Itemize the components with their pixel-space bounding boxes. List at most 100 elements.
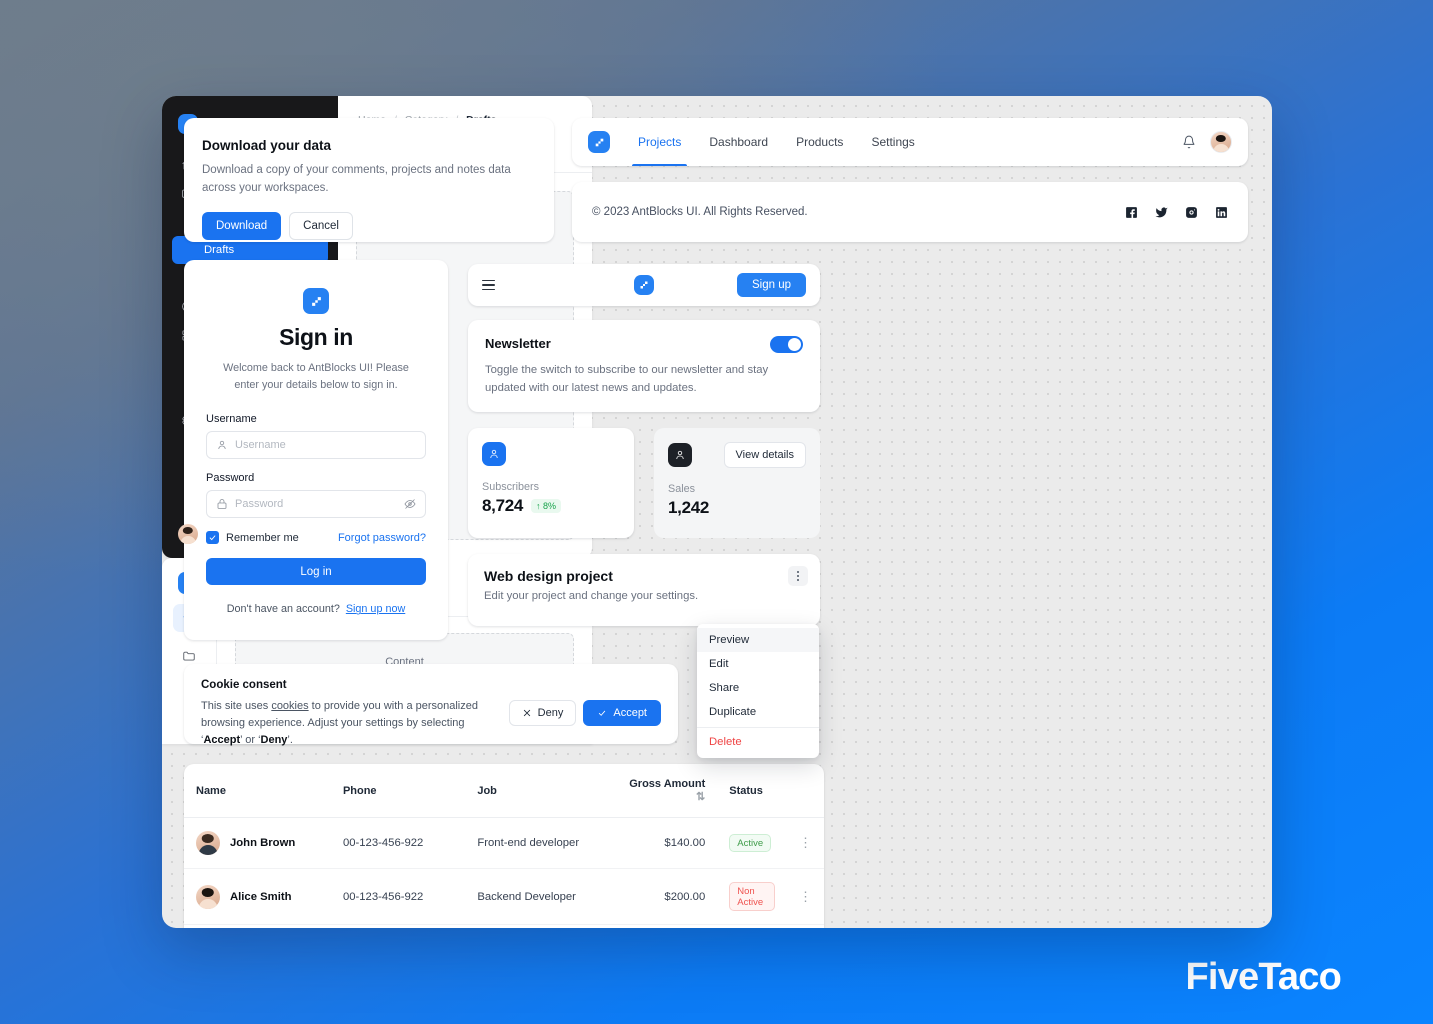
facebook-icon[interactable] — [1125, 206, 1138, 219]
menu-item-delete[interactable]: Delete — [697, 727, 819, 754]
cell-status: Non Active — [717, 868, 787, 925]
cookies-link[interactable]: cookies — [271, 700, 308, 712]
cell-phone: 00-123-456-922 — [330, 924, 466, 928]
cookie-text-3: ’ or ‘ — [240, 734, 261, 747]
column-header-job[interactable]: Job — [465, 764, 611, 818]
newsletter-title: Newsletter — [485, 336, 551, 351]
row-kebab-icon[interactable]: ⋮ — [786, 924, 824, 928]
column-header-actions — [786, 764, 824, 818]
nav-link-settings[interactable]: Settings — [857, 118, 928, 166]
eye-off-icon — [404, 499, 416, 510]
instagram-icon[interactable] — [1185, 206, 1198, 219]
sign-in-subtitle: Welcome back to AntBlocks UI! Please ent… — [223, 362, 409, 391]
hamburger-menu-icon[interactable] — [482, 279, 495, 291]
nav-link-projects[interactable]: Projects — [624, 118, 695, 166]
folder-icon — [183, 651, 195, 661]
copyright-text: © 2023 AntBlocks UI. All Rights Reserved… — [592, 206, 808, 218]
design-canvas: Download your data Download a copy of yo… — [162, 96, 1272, 928]
sign-up-button[interactable]: Sign up — [736, 273, 806, 297]
bell-icon[interactable] — [1182, 135, 1196, 149]
top-navigation-bar: Projects Dashboard Products Settings — [572, 118, 1248, 166]
sign-up-prompt-text: Don't have an account? — [226, 603, 340, 616]
remember-me-label: Remember me — [226, 531, 299, 544]
antblocks-logo-icon — [634, 275, 654, 295]
cookie-consent-card: Cookie consent This site uses cookies to… — [184, 664, 678, 746]
cell-amount: $90.00 — [610, 924, 718, 928]
status-badge: Non Active — [729, 882, 775, 911]
password-field[interactable]: Password — [206, 490, 426, 519]
download-button[interactable]: Download — [202, 211, 282, 240]
sidebar-sub-label: Drafts — [204, 244, 235, 256]
sort-icon[interactable]: ⇅ — [696, 791, 705, 803]
social-links — [1125, 206, 1228, 219]
user-avatar[interactable] — [1210, 131, 1232, 153]
view-details-button[interactable]: View details — [723, 442, 806, 468]
column-header-gross-amount[interactable]: Gross Amount ⇅ — [610, 764, 718, 818]
log-in-button[interactable]: Log in — [206, 558, 426, 586]
nav-link-products[interactable]: Products — [782, 118, 857, 166]
row-kebab-icon[interactable]: ⋮ — [786, 868, 824, 925]
nav-link-dashboard[interactable]: Dashboard — [695, 118, 782, 166]
fivetaco-watermark: FiveTaco — [1185, 956, 1341, 998]
password-label: Password — [206, 472, 255, 485]
forgot-password-link[interactable]: Forgot password? — [338, 532, 426, 544]
newsletter-toggle[interactable] — [770, 336, 803, 353]
avatar — [178, 524, 198, 544]
close-icon — [523, 709, 530, 717]
cell-name: Alice Smith — [184, 868, 331, 925]
toggle-password-visibility[interactable] — [404, 498, 416, 510]
employees-table: Name Phone Job Gross Amount ⇅ Status Joh… — [184, 764, 824, 928]
subscribers-delta-badge: ↑ 8% — [531, 499, 562, 513]
status-badge: Active — [729, 834, 772, 852]
username-placeholder: Username — [235, 439, 286, 452]
cell-job: Front-end developer — [465, 817, 611, 869]
gross-amount-label: Gross Amount — [629, 778, 706, 790]
accept-button[interactable]: Accept — [583, 700, 661, 726]
project-context-menu: Preview Edit Share Duplicate Delete — [697, 624, 819, 758]
twitter-icon[interactable] — [1155, 206, 1168, 219]
deny-button-label: Deny — [537, 707, 564, 719]
cell-job: UI/UX Designer — [465, 924, 611, 928]
row-kebab-icon[interactable]: ⋮ — [786, 817, 824, 869]
username-field[interactable]: Username — [206, 431, 426, 460]
accept-button-label: Accept — [613, 707, 647, 719]
project-description: Edit your project and change your settin… — [484, 590, 699, 602]
cell-phone: 00-123-456-922 — [330, 868, 466, 925]
project-options-kebab-icon[interactable] — [788, 566, 808, 586]
footer-card: © 2023 AntBlocks UI. All Rights Reserved… — [572, 182, 1248, 242]
cookie-consent-text: This site uses cookies to provide you wi… — [201, 698, 509, 749]
remember-me-checkbox[interactable]: Remember me — [206, 531, 299, 545]
menu-item-duplicate[interactable]: Duplicate — [697, 700, 819, 724]
checkbox-box — [206, 531, 219, 545]
subscribers-label: Subscribers — [482, 481, 540, 493]
download-data-card: Download your data Download a copy of yo… — [184, 118, 554, 242]
cookie-text-4: ’. — [287, 734, 293, 747]
subscribers-value: 8,724 — [482, 496, 524, 515]
download-card-title: Download your data — [202, 138, 332, 153]
table-row[interactable]: Robert Johnson 00-123-456-922 UI/UX Desi… — [184, 924, 824, 928]
avatar — [196, 884, 220, 909]
sales-value-row: 1,242 — [668, 498, 806, 518]
sign-up-now-link[interactable]: Sign up now — [346, 603, 405, 615]
newsletter-header: Newsletter — [485, 336, 803, 353]
cancel-button[interactable]: Cancel — [289, 211, 353, 240]
employees-table-card: Name Phone Job Gross Amount ⇅ Status Joh… — [184, 764, 824, 928]
antblocks-logo-icon — [588, 131, 610, 153]
menu-item-share[interactable]: Share — [697, 676, 819, 700]
column-header-phone[interactable]: Phone — [330, 764, 466, 818]
table-row[interactable]: Alice Smith 00-123-456-922 Backend Devel… — [184, 868, 824, 925]
nav-links: Projects Dashboard Products Settings — [624, 118, 929, 166]
table-row[interactable]: John Brown 00-123-456-922 Front-end deve… — [184, 817, 824, 869]
sign-in-card: Sign in Welcome back to AntBlocks UI! Pl… — [184, 260, 448, 640]
column-header-status[interactable]: Status — [717, 764, 787, 818]
deny-button[interactable]: Deny — [508, 700, 577, 726]
menu-item-preview[interactable]: Preview — [697, 628, 819, 652]
column-header-name[interactable]: Name — [184, 764, 331, 818]
cookie-deny-word: Deny — [260, 734, 288, 747]
sales-label: Sales — [668, 483, 696, 495]
menu-item-edit[interactable]: Edit — [697, 652, 819, 676]
linkedin-icon[interactable] — [1215, 206, 1228, 219]
lock-icon — [217, 499, 227, 510]
mobile-header-card: Sign up — [468, 264, 820, 306]
user-icon — [482, 442, 506, 466]
